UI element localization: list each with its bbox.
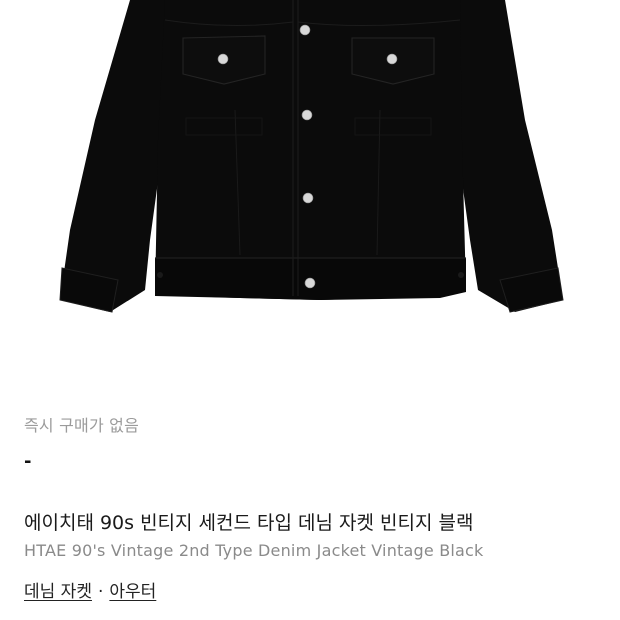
placket-button-4 [304, 277, 316, 289]
placket-button-1 [299, 24, 311, 36]
product-title-korean: 에이치태 90s 빈티지 세컨드 타입 데님 자켓 빈티지 블랙 [24, 512, 474, 534]
product-info: 즉시 구매가 없음 - 에이치태 90s 빈티지 세컨드 타입 데님 자켓 빈티… [24, 414, 596, 604]
category-separator: · [97, 582, 104, 602]
product-image[interactable] [0, 0, 620, 380]
availability-status: 즉시 구매가 없음 [24, 416, 140, 435]
jacket-illustration [59, 0, 564, 313]
category-link-denim-jacket[interactable]: 데님 자켓 [24, 582, 92, 602]
price-value: - [24, 451, 32, 472]
right-sleeve [450, 0, 563, 312]
placket-button-2 [301, 109, 313, 121]
left-pocket-button [217, 53, 229, 65]
right-pocket-button [386, 53, 398, 65]
placket-button-3 [302, 192, 314, 204]
category-breadcrumb: 데님 자켓 · 아우터 [24, 580, 596, 604]
category-link-outer[interactable]: 아우터 [109, 582, 156, 602]
product-title-english: HTAE 90's Vintage 2nd Type Denim Jacket … [24, 541, 484, 560]
